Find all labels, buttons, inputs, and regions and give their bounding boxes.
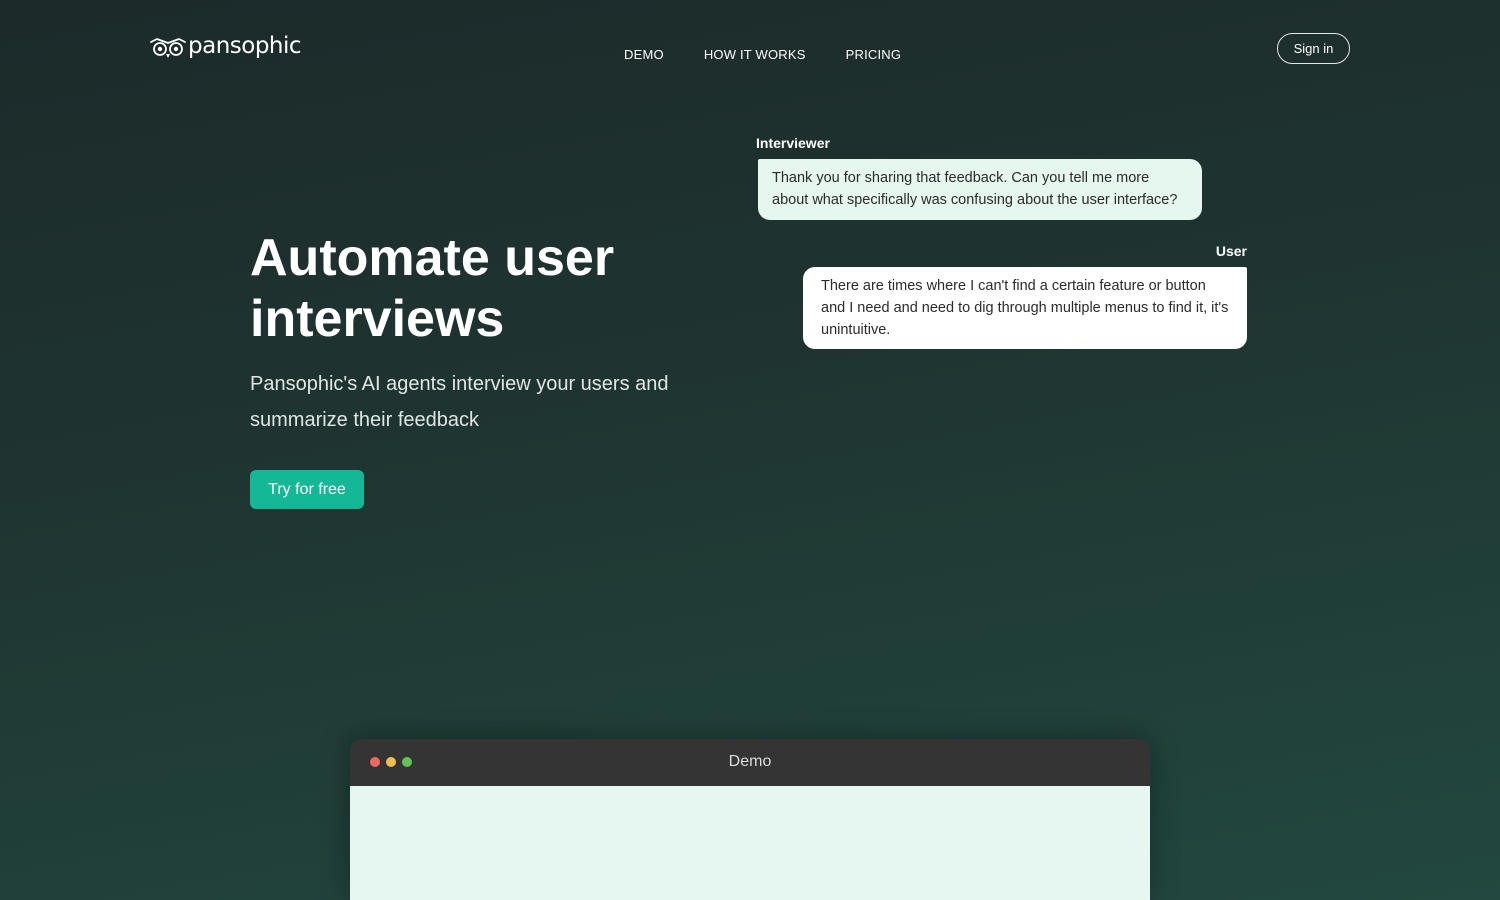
brand-name: pansophic — [188, 32, 302, 59]
user-message-bubble: There are times where I can't find a cer… — [803, 267, 1247, 349]
interviewer-message-bubble: Thank you for sharing that feedback. Can… — [758, 159, 1202, 220]
interviewer-label: Interviewer — [756, 135, 830, 151]
demo-window: Demo — [350, 739, 1150, 900]
main-nav: DEMO HOW IT WORKS PRICING — [624, 47, 901, 63]
sign-in-button[interactable]: Sign in — [1277, 33, 1350, 64]
hero-title: Automate user interviews — [250, 229, 615, 348]
owl-eyes-icon — [150, 38, 186, 58]
try-for-free-button[interactable]: Try for free — [250, 470, 364, 509]
hero-subtitle: Pansophic's AI agents interview your use… — [250, 373, 669, 431]
nav-pricing[interactable]: PRICING — [846, 47, 902, 63]
demo-titlebar: Demo — [350, 739, 1150, 786]
user-label: User — [1215, 243, 1247, 259]
brand-logo[interactable]: pansophic — [150, 32, 302, 64]
demo-content-area[interactable] — [350, 786, 1150, 900]
demo-window-title: Demo — [728, 753, 772, 770]
nav-how-it-works[interactable]: HOW IT WORKS — [704, 47, 806, 63]
nav-demo[interactable]: DEMO — [624, 47, 664, 63]
